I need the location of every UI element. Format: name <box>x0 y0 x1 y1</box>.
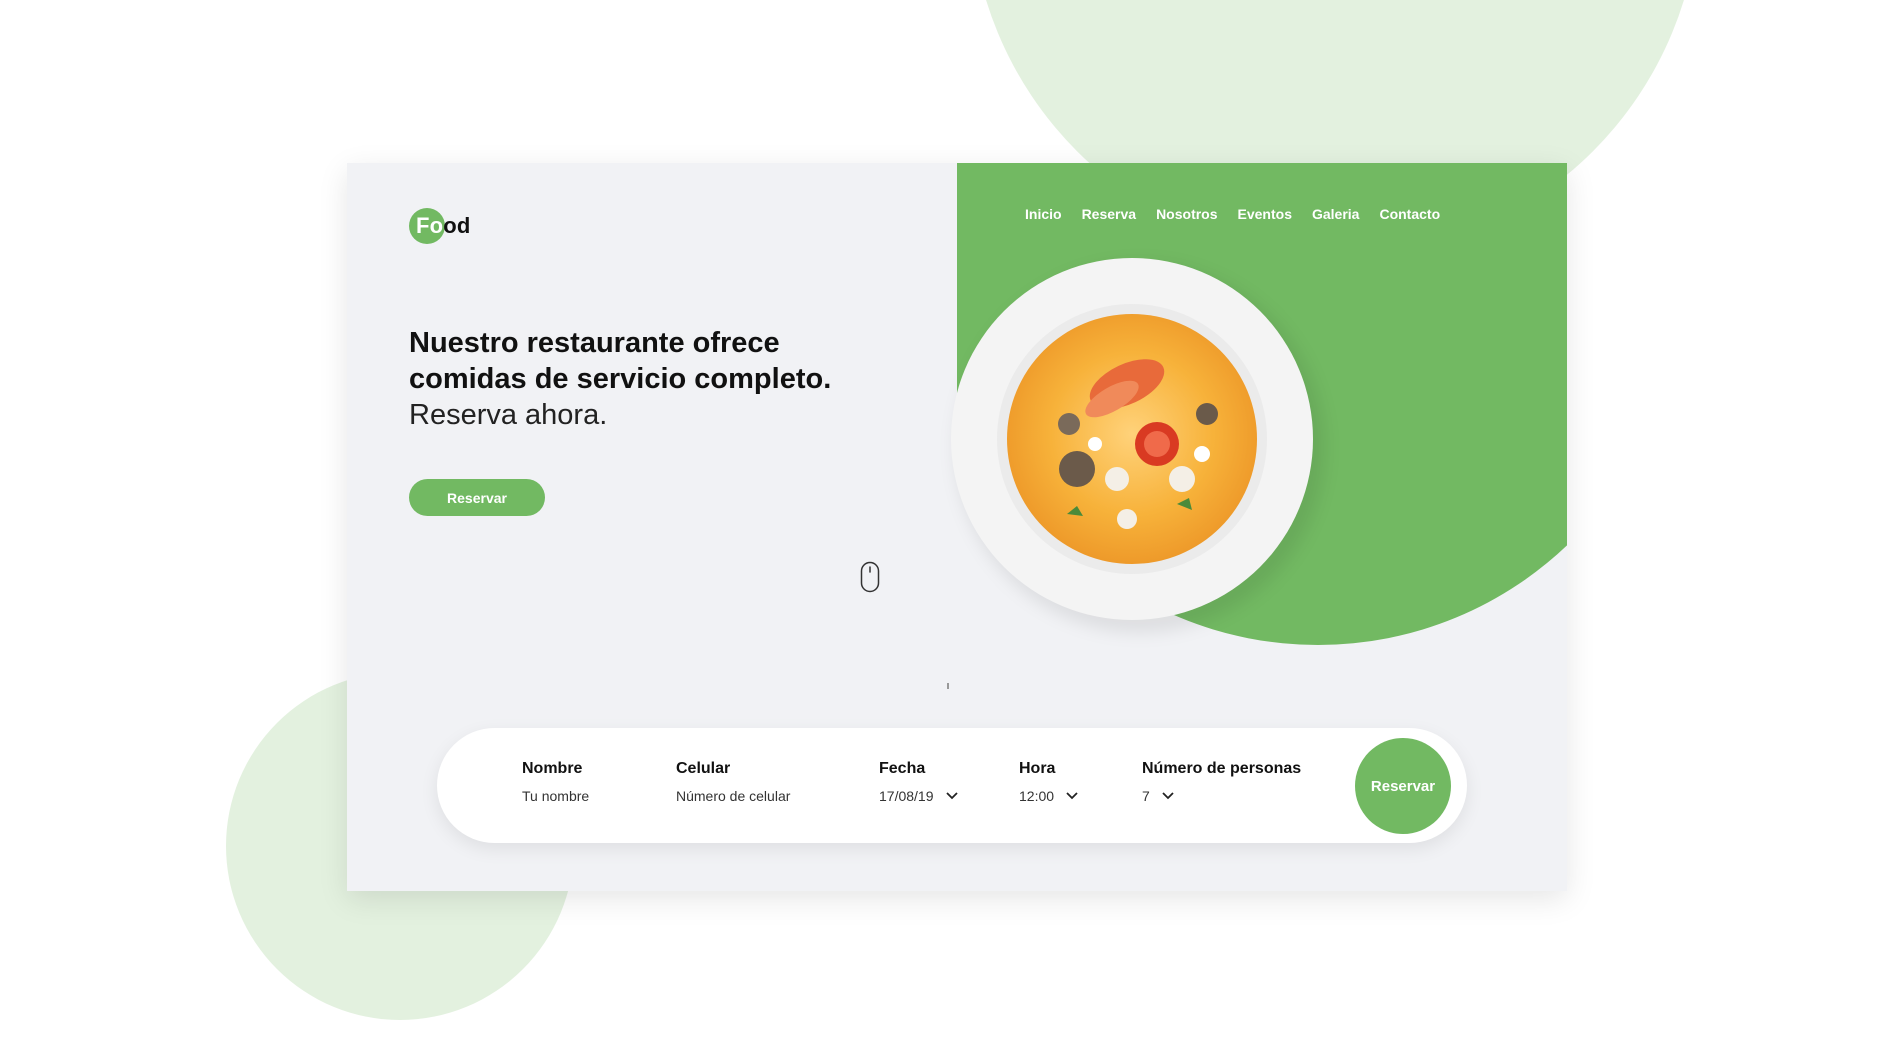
soup-plate-image <box>951 258 1313 620</box>
hero-reserve-button[interactable]: Reservar <box>409 479 545 516</box>
logo-text: Food <box>416 213 471 238</box>
date-label: Fecha <box>879 760 926 777</box>
date-select[interactable]: 17/08/19 <box>879 788 958 804</box>
headline-subline: Reserva ahora. <box>409 399 608 431</box>
nav-item-eventos[interactable]: Eventos <box>1238 206 1292 222</box>
name-field[interactable]: Nombre Tu nombre <box>522 760 589 804</box>
booking-submit-button[interactable]: Reservar <box>1355 738 1451 834</box>
time-field[interactable]: Hora 12:00 <box>1019 760 1078 804</box>
phone-field[interactable]: Celular Número de celular <box>676 760 790 804</box>
nav-item-contacto[interactable]: Contacto <box>1379 206 1440 222</box>
name-label: Nombre <box>522 760 583 777</box>
soup-bowl <box>1007 314 1257 564</box>
date-value: 17/08/19 <box>879 788 934 804</box>
chevron-down-icon <box>1066 792 1078 800</box>
phone-label: Celular <box>676 760 731 777</box>
nav-item-nosotros[interactable]: Nosotros <box>1156 206 1217 222</box>
time-select[interactable]: 12:00 <box>1019 788 1078 804</box>
name-input[interactable]: Tu nombre <box>522 788 589 804</box>
people-field[interactable]: Número de personas 7 <box>1142 760 1301 804</box>
nav-item-inicio[interactable]: Inicio <box>1025 206 1062 222</box>
time-label: Hora <box>1019 760 1056 777</box>
phone-input[interactable]: Número de celular <box>676 788 790 804</box>
people-label: Número de personas <box>1142 760 1302 777</box>
nav-item-reserva[interactable]: Reserva <box>1082 206 1137 222</box>
time-value: 12:00 <box>1019 788 1055 804</box>
soup-ingredients <box>1058 359 1218 529</box>
date-field[interactable]: Fecha 17/08/19 <box>879 760 958 804</box>
nav-item-galeria[interactable]: Galeria <box>1312 206 1359 222</box>
headline-line-1: Nuestro restaurante ofrece <box>409 327 780 359</box>
divider-mark <box>947 683 949 689</box>
chevron-down-icon <box>945 792 958 800</box>
people-value: 7 <box>1142 788 1150 804</box>
main-nav: Inicio Reserva Nosotros Eventos Galeria … <box>1025 206 1460 222</box>
chevron-down-icon <box>1162 792 1174 800</box>
people-select[interactable]: 7 <box>1142 788 1301 804</box>
booking-bar: Nombre Tu nombre Celular Número de celul… <box>437 728 1467 843</box>
mouse-scroll-icon[interactable] <box>860 561 880 593</box>
logo[interactable]: Food <box>409 207 471 245</box>
hero-headline: Nuestro restaurante ofrece comidas de se… <box>409 325 949 433</box>
landing-page-card: Food Inicio Reserva Nosotros Eventos Gal… <box>347 163 1567 891</box>
headline-line-2: comidas de servicio completo. <box>409 363 832 395</box>
